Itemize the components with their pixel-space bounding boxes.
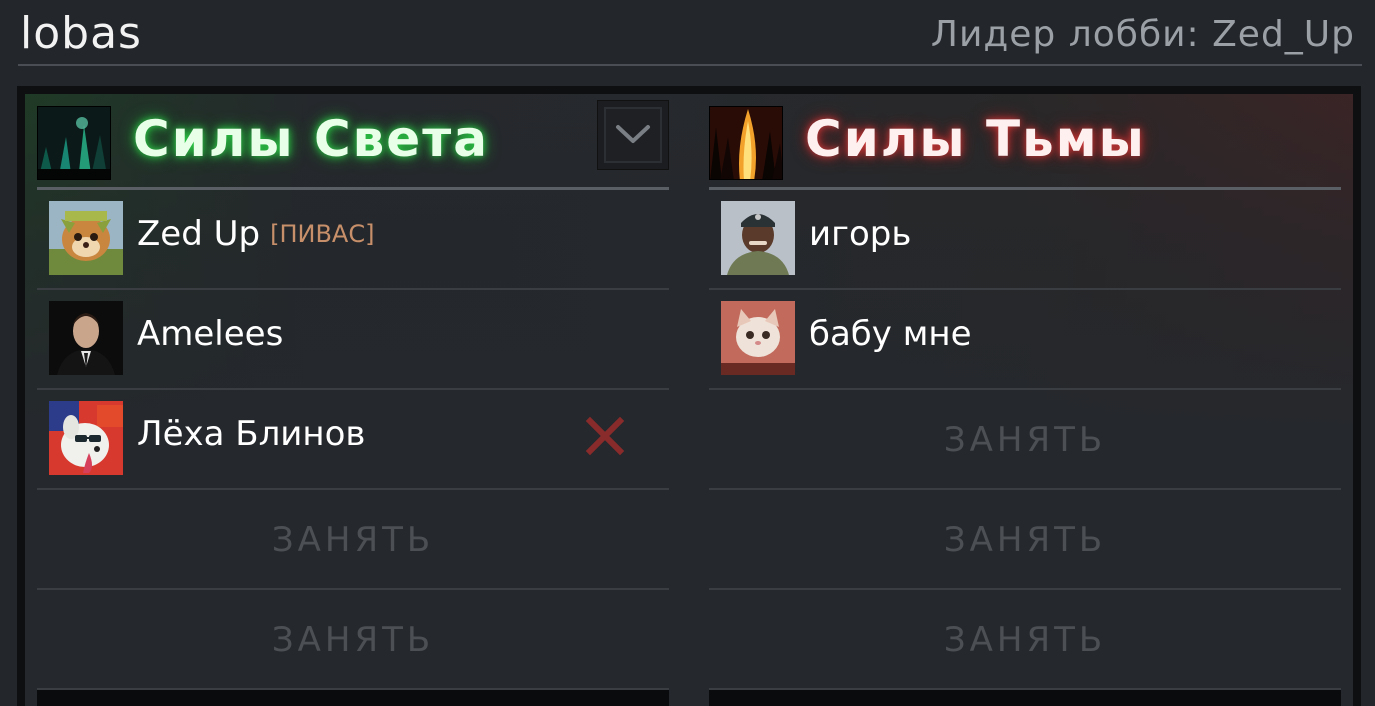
team-radiant: Силы Света Zed Up [ПИВАС] Amelees Лёха Б… — [37, 94, 669, 706]
kitten-avatar — [721, 301, 795, 375]
empty-slot[interactable]: ЗАНЯТЬ — [709, 490, 1341, 590]
team-dire: Силы Тьмы игорь бабу мне ЗАНЯТЬ ЗАНЯТЬ З… — [709, 94, 1341, 706]
empty-slot[interactable]: ЗАНЯТЬ — [37, 590, 669, 690]
man-cap-avatar — [721, 201, 795, 275]
player-tag: [ПИВАС] — [270, 220, 375, 248]
empty-slot[interactable]: ЗАНЯТЬ — [709, 390, 1341, 490]
player-name[interactable]: игорь — [809, 214, 911, 254]
man-avatar — [49, 301, 123, 375]
team-radiant-header: Силы Света — [37, 94, 669, 190]
teams-panel: Силы Света Zed Up [ПИВАС] Amelees Лёха Б… — [17, 86, 1361, 706]
take-slot-label[interactable]: ЗАНЯТЬ — [709, 420, 1341, 460]
kick-icon[interactable] — [585, 416, 625, 456]
lobby-name: lobas — [20, 8, 142, 59]
fox-avatar — [49, 201, 123, 275]
player-slot[interactable]: игорь — [709, 190, 1341, 290]
lobby-topbar: lobas Лидер лобби: Zed_Up — [0, 0, 1375, 66]
team-dire-name: Силы Тьмы — [805, 110, 1146, 168]
player-name[interactable]: бабу мне — [809, 314, 972, 354]
team-dire-header: Силы Тьмы — [709, 94, 1341, 190]
dire-fire-icon — [709, 106, 783, 180]
team-dropdown-button[interactable] — [597, 100, 669, 170]
take-slot-label[interactable]: ЗАНЯТЬ — [709, 620, 1341, 660]
player-name[interactable]: Amelees — [137, 314, 283, 354]
empty-slot[interactable]: ЗАНЯТЬ — [37, 490, 669, 590]
lobby-leader: Лидер лобби: Zed_Up — [930, 14, 1355, 55]
teams-panel-inner: Силы Света Zed Up [ПИВАС] Amelees Лёха Б… — [25, 94, 1353, 706]
divider — [18, 64, 1362, 66]
team-radiant-name: Силы Света — [133, 110, 489, 168]
dog-avatar — [49, 401, 123, 475]
take-slot-label[interactable]: ЗАНЯТЬ — [37, 620, 669, 660]
player-name[interactable]: Лёха Блинов — [137, 414, 365, 454]
player-slot[interactable]: бабу мне — [709, 290, 1341, 390]
chevron-down-icon — [616, 125, 650, 143]
radiant-forest-icon — [37, 106, 111, 180]
player-slot[interactable]: Amelees — [37, 290, 669, 390]
player-slot[interactable]: Zed Up [ПИВАС] — [37, 190, 669, 290]
empty-slot[interactable]: ЗАНЯТЬ — [709, 590, 1341, 690]
player-name[interactable]: Zed Up [ПИВАС] — [137, 214, 374, 254]
player-slot[interactable]: Лёха Блинов — [37, 390, 669, 490]
take-slot-label[interactable]: ЗАНЯТЬ — [709, 520, 1341, 560]
take-slot-label[interactable]: ЗАНЯТЬ — [37, 520, 669, 560]
